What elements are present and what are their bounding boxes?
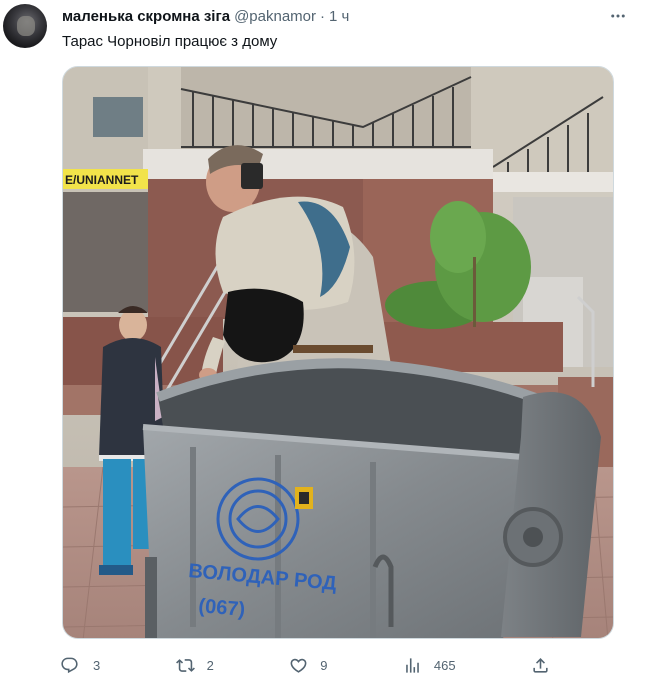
author-display-name[interactable]: маленька скромна зіга [62, 8, 230, 25]
author-handle[interactable]: @paknamor [234, 8, 316, 25]
views-icon [406, 657, 419, 673]
repost-count: 2 [206, 657, 214, 673]
tweet-photo[interactable]: E/UNIANNET ВОЛОДАР РОД (067) [62, 66, 614, 639]
separator-dot: · [320, 7, 326, 25]
share-icon [533, 657, 548, 673]
heart-icon [290, 658, 307, 673]
reply-icon [61, 657, 78, 673]
repost-icon [175, 658, 195, 672]
more-horizontal-icon [611, 14, 625, 18]
photo-scene: E/UNIANNET ВОЛОДАР РОД (067) [63, 67, 613, 638]
views-count: 465 [433, 657, 456, 673]
bin-text-line3: (067) [198, 595, 246, 621]
tweet-timestamp[interactable]: 1 ч [329, 8, 349, 25]
reply-count: 3 [93, 657, 101, 673]
reply-button[interactable]: 3 [60, 656, 100, 675]
tweet-text: Тарас Чорновіл працює з дому [62, 33, 278, 50]
repost-button[interactable]: 2 [175, 656, 214, 675]
tweet-header: маленька скромна зіга @paknamor · 1 ч [62, 6, 349, 26]
tweet-actions: 3 2 9 465 [60, 653, 550, 677]
views-button[interactable]: 465 [403, 656, 456, 675]
dumpster: ВОЛОДАР РОД (067) [142, 358, 601, 638]
tweet: маленька скромна зіга @paknamor · 1 ч Та… [0, 0, 650, 688]
share-button[interactable] [531, 656, 550, 675]
avatar[interactable] [3, 4, 47, 48]
like-button[interactable]: 9 [289, 656, 327, 675]
like-count: 9 [320, 657, 328, 673]
more-options-button[interactable] [608, 6, 628, 26]
sign-text: E/UNIANNET [65, 173, 139, 187]
